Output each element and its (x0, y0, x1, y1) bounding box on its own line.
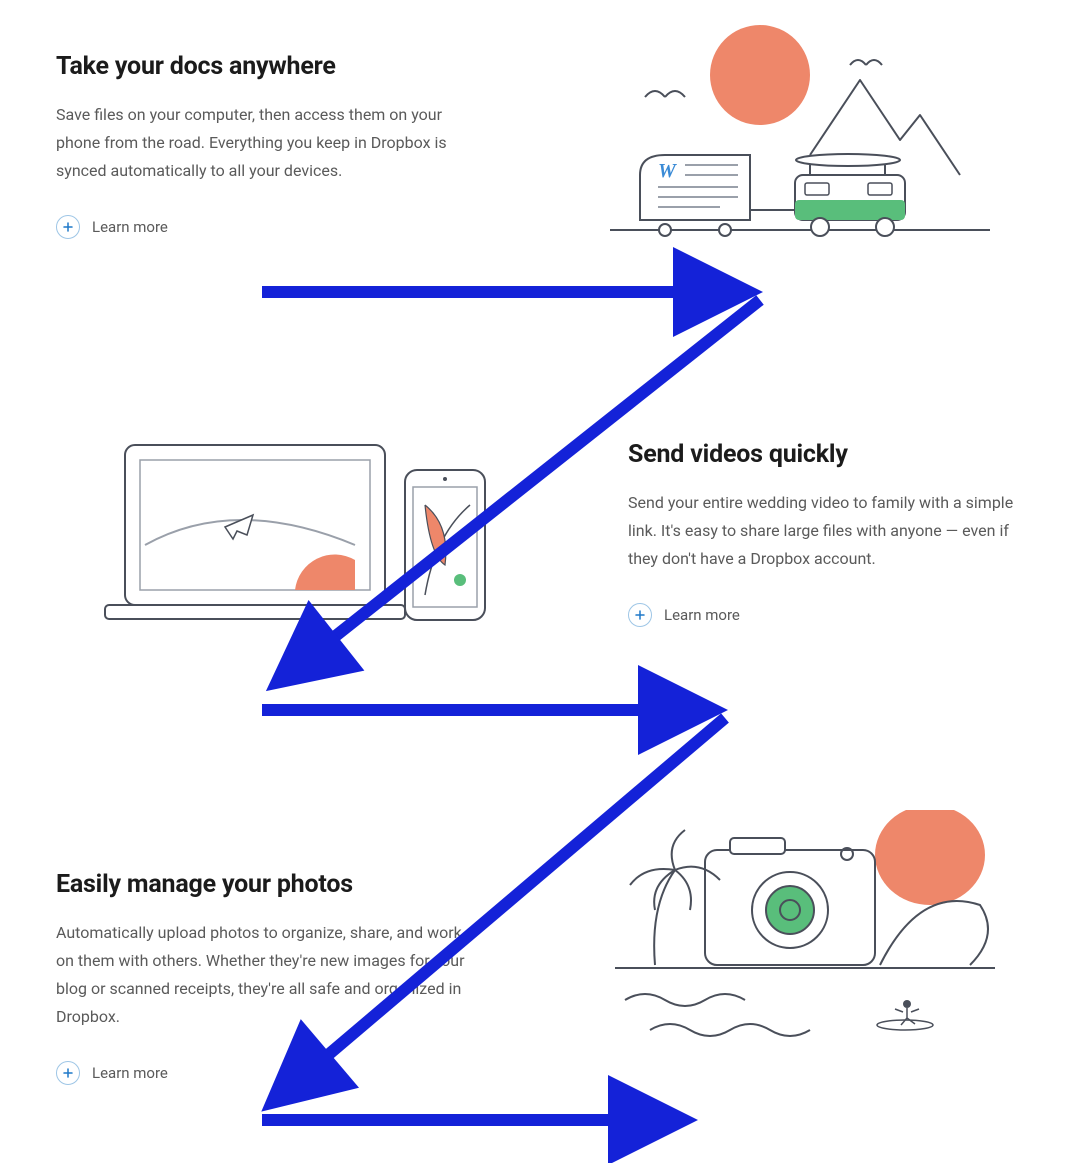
learn-more-videos[interactable]: Learn more (628, 603, 740, 627)
plus-icon (56, 215, 80, 239)
text-col-videos: Send videos quickly Send your entire wed… (628, 440, 1038, 627)
title-videos: Send videos quickly (628, 440, 1038, 469)
title-photos: Easily manage your photos (56, 870, 466, 899)
illustration-photos (595, 810, 1015, 1064)
learn-more-label: Learn more (664, 606, 740, 624)
learn-more-photos[interactable]: Learn more (56, 1061, 168, 1085)
svg-text:W: W (658, 160, 677, 182)
desc-photos: Automatically upload photos to organize,… (56, 919, 466, 1031)
plus-icon (56, 1061, 80, 1085)
text-col-docs: Take your docs anywhere Save files on yo… (56, 52, 466, 239)
desc-videos: Send your entire wedding video to family… (628, 489, 1038, 573)
learn-more-label: Learn more (92, 1064, 168, 1082)
learn-more-docs[interactable]: Learn more (56, 215, 168, 239)
illustration-videos (95, 435, 515, 639)
text-col-photos: Easily manage your photos Automatically … (56, 870, 466, 1085)
learn-more-label: Learn more (92, 218, 168, 236)
plus-icon (628, 603, 652, 627)
desc-docs: Save files on your computer, then access… (56, 101, 466, 185)
illustration-docs: W (610, 25, 990, 249)
title-docs: Take your docs anywhere (56, 52, 466, 81)
